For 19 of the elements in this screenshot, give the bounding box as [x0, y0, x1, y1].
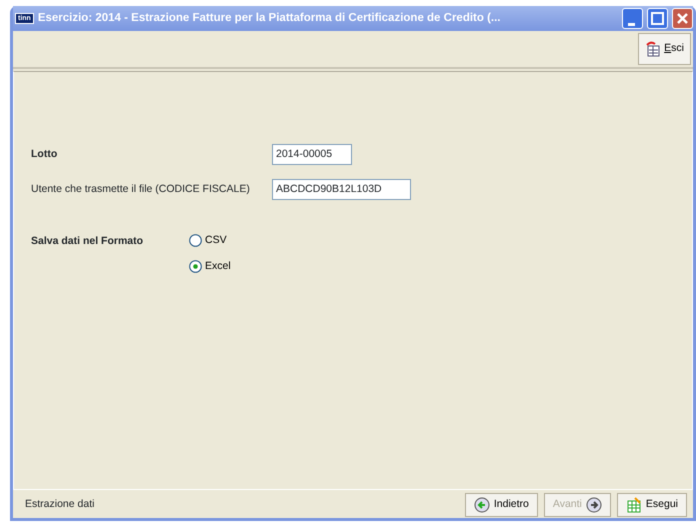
exit-button[interactable]: Esci: [638, 33, 691, 65]
window-title: Esercizio: 2014 - Estrazione Fatture per la Piattaforma di Certificazione de Credito (...: [38, 10, 501, 26]
maximize-button[interactable]: [647, 8, 668, 29]
exit-icon: [645, 41, 662, 57]
radio-option[interactable]: CSV: [189, 233, 231, 249]
input-field[interactable]: 2014-00005: [272, 144, 352, 165]
field-label: Lotto: [31, 146, 58, 162]
input-field[interactable]: ABCDCD90B12L103D: [272, 179, 411, 200]
format-label: Salva dati nel Formato: [31, 234, 144, 249]
minimize-button[interactable]: [622, 8, 643, 29]
close-button[interactable]: [672, 8, 693, 29]
table-icon: [626, 497, 642, 513]
status-text: Estrazione dati: [25, 497, 96, 512]
maximize-icon: [648, 9, 667, 28]
radio-option[interactable]: Excel: [189, 258, 231, 274]
back-button[interactable]: Indietro: [464, 493, 538, 517]
minimize-icon: [628, 23, 635, 26]
run-button[interactable]: Esegui: [616, 493, 687, 517]
field-label: Utente che trasmette il file (CODICE FISCALE): [31, 182, 251, 197]
